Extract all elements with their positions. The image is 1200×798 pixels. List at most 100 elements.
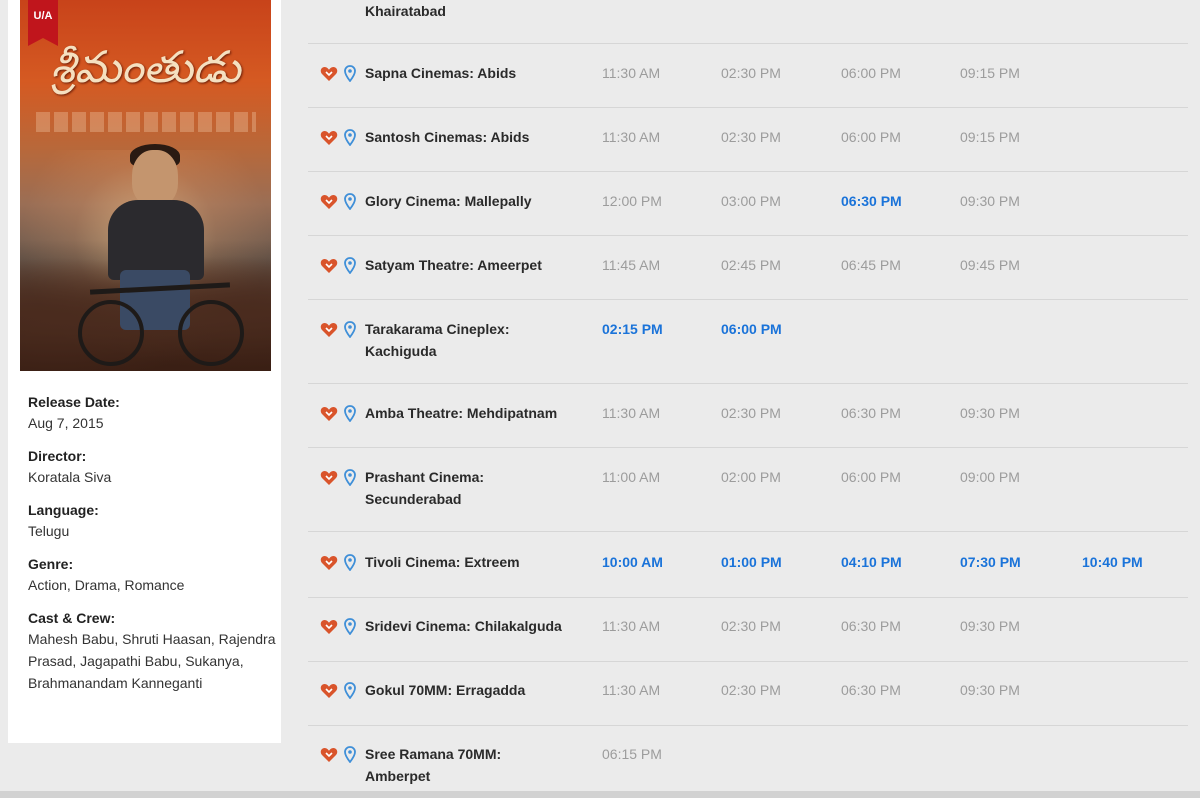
theatre-name-line: Sapna Cinemas: Abids: [365, 65, 517, 81]
theatre-name-line: Santosh Cinemas: Abids: [365, 129, 530, 145]
theatre-name-link[interactable]: Satyam Theatre: Ameerpet: [365, 254, 595, 276]
bottom-divider: [0, 791, 1200, 798]
theatre-name-link[interactable]: Tarakarama Cineplex: Kachiguda: [365, 318, 595, 362]
poster-bike-wheel: [178, 300, 244, 366]
location-pin-icon[interactable]: [344, 65, 356, 82]
movie-detail-block: Language: Telugu: [28, 500, 278, 542]
theatre-row: Satyam Theatre: Ameerpet 11:45 AM 02:45 PM…: [308, 236, 1188, 300]
location-pin-icon[interactable]: [344, 682, 356, 699]
theatre-name-line: Glory Cinema: Mallepally: [365, 193, 532, 209]
showtime-link[interactable]: 06:00 PM: [721, 318, 831, 340]
favorite-heart-icon[interactable]: [320, 470, 338, 486]
showtime-unavailable: 09:45 PM: [960, 257, 1020, 273]
location-pin-icon[interactable]: [344, 193, 356, 210]
showtime-unavailable: 09:30 PM: [960, 618, 1020, 634]
location-pin-icon[interactable]: [344, 129, 356, 146]
favorite-heart-icon[interactable]: [320, 258, 338, 274]
theatre-name-link[interactable]: Sree Ramana 70MM: Amberpet: [365, 743, 595, 787]
showtime-unavailable: 03:00 PM: [721, 193, 781, 209]
theatre-actions: [320, 129, 360, 148]
theatre-row: Glory Cinema: Mallepally 12:00 PM 03:00 PM…: [308, 172, 1188, 236]
showtime-link[interactable]: 04:10 PM: [841, 551, 951, 573]
showtime-unavailable: 02:30 PM: [721, 405, 781, 421]
favorite-heart-icon[interactable]: [320, 555, 338, 571]
showtime-link[interactable]: 07:30 PM: [960, 551, 1070, 573]
theatre-name-link[interactable]: Gokul 70MM: Erragadda: [365, 679, 595, 701]
showtime-unavailable: 11:30 AM: [602, 405, 661, 421]
theatre-name-line: Sree Ramana 70MM:: [365, 746, 502, 762]
location-pin-icon[interactable]: [344, 469, 356, 486]
showtime-unavailable: 06:00 PM: [841, 129, 901, 145]
poster-title-logo: శ్రీమంతుడు: [50, 42, 241, 93]
location-pin-icon[interactable]: [344, 618, 356, 635]
showtime-unavailable: 06:30 PM: [841, 618, 901, 634]
theatre-name-link[interactable]: Sapna Cinemas: Abids: [365, 62, 595, 84]
location-pin-icon[interactable]: [344, 405, 356, 422]
showtime-link[interactable]: 06:30 PM: [841, 190, 951, 212]
showtime-unavailable: 11:30 AM: [602, 129, 661, 145]
theatre-actions: [320, 193, 360, 212]
favorite-heart-icon[interactable]: [320, 747, 338, 763]
movie-detail-block: Release Date: Aug 7, 2015: [28, 392, 278, 434]
location-pin-icon[interactable]: [344, 321, 356, 338]
poster-credits: [36, 112, 256, 132]
showtime-unavailable: 09:15 PM: [960, 129, 1020, 145]
theatre-name-link[interactable]: Glory Cinema: Mallepally: [365, 190, 595, 212]
favorite-heart-icon[interactable]: [320, 322, 338, 338]
showtime-unavailable: 09:30 PM: [960, 682, 1020, 698]
movie-poster[interactable]: U/A శ్రీమంతుడు: [20, 0, 271, 371]
poster-figure-body: [108, 200, 204, 280]
favorite-heart-icon[interactable]: [320, 194, 338, 210]
movie-details: Release Date: Aug 7, 2015 Director: Koratal…: [28, 392, 278, 706]
favorite-heart-icon[interactable]: [320, 683, 338, 699]
theatre-actions: [320, 469, 360, 488]
theatre-name-link[interactable]: Sridevi Cinema: Chilakalguda: [365, 615, 595, 637]
theatre-name-line: Satyam Theatre: Ameerpet: [365, 257, 542, 273]
theatre-row: Santosh Cinemas: Abids 11:30 AM 02:30 PM 06…: [308, 108, 1188, 172]
location-pin-icon[interactable]: [344, 554, 356, 571]
movie-detail-label: Genre:: [28, 556, 74, 572]
favorite-heart-icon[interactable]: [320, 130, 338, 146]
rating-badge: U/A: [28, 0, 58, 46]
theatre-name-link[interactable]: Prashant Cinema: Secunderabad: [365, 466, 595, 510]
showtime-unavailable: 02:00 PM: [721, 469, 781, 485]
theatre-name-link[interactable]: Santosh Cinemas: Abids: [365, 126, 595, 148]
movie-detail-value: Aug 7, 2015: [28, 415, 104, 431]
movie-detail-block: Director: Koratala Siva: [28, 446, 278, 488]
theatre-name-link[interactable]: Tivoli Cinema: Extreem: [365, 551, 595, 573]
showtimes-list: Khairatabad Sapna Cinemas: Abids 11:30 AM 0…: [308, 0, 1188, 798]
theatre-name-line: Sridevi Cinema: Chilakalguda: [365, 618, 562, 634]
showtime-unavailable: 09:00 PM: [960, 469, 1020, 485]
theatre-actions: [320, 257, 360, 276]
theatre-actions: [320, 746, 360, 765]
movie-detail-value: Telugu: [28, 523, 70, 539]
favorite-heart-icon[interactable]: [320, 619, 338, 635]
location-pin-icon[interactable]: [344, 746, 356, 763]
favorite-heart-icon[interactable]: [320, 66, 338, 82]
theatre-row: Tivoli Cinema: Extreem 10:00 AM 01:00 PM 04…: [308, 532, 1188, 598]
showtime-link[interactable]: 02:15 PM: [602, 318, 712, 340]
movie-detail-value: Action, Drama, Romance: [28, 577, 185, 593]
showtime-unavailable: 06:30 PM: [841, 682, 901, 698]
showtime-unavailable: 06:30 PM: [841, 405, 901, 421]
showtime-unavailable: 02:30 PM: [721, 618, 781, 634]
showtime-link[interactable]: 01:00 PM: [721, 551, 831, 573]
showtime-link[interactable]: 10:00 AM: [602, 551, 712, 573]
movie-detail-value: Mahesh Babu, Shruti Haasan, Rajendra Pra…: [28, 631, 276, 691]
theatre-name-link[interactable]: Amba Theatre: Mehdipatnam: [365, 402, 595, 424]
movie-info-card: U/A శ్రీమంతుడు Release Date: Aug 7, 2015 D…: [8, 0, 281, 743]
theatre-actions: [320, 554, 360, 573]
showtime-link[interactable]: 10:40 PM: [1082, 551, 1192, 573]
theatre-actions: [320, 65, 360, 84]
theatre-name-link[interactable]: Khairatabad: [365, 0, 595, 22]
theatre-name-line: Tivoli Cinema: Extreem: [365, 554, 520, 570]
theatre-actions: [320, 405, 360, 424]
location-pin-icon[interactable]: [344, 257, 356, 274]
showtime-unavailable: 11:30 AM: [602, 682, 661, 698]
theatre-row: Sree Ramana 70MM: Amberpet 06:15 PM: [308, 726, 1188, 798]
showtime-unavailable: 02:30 PM: [721, 129, 781, 145]
favorite-heart-icon[interactable]: [320, 406, 338, 422]
showtime-unavailable: 11:30 AM: [602, 65, 661, 81]
showtime-unavailable: 11:00 AM: [602, 469, 661, 485]
movie-detail-label: Cast & Crew:: [28, 610, 116, 626]
